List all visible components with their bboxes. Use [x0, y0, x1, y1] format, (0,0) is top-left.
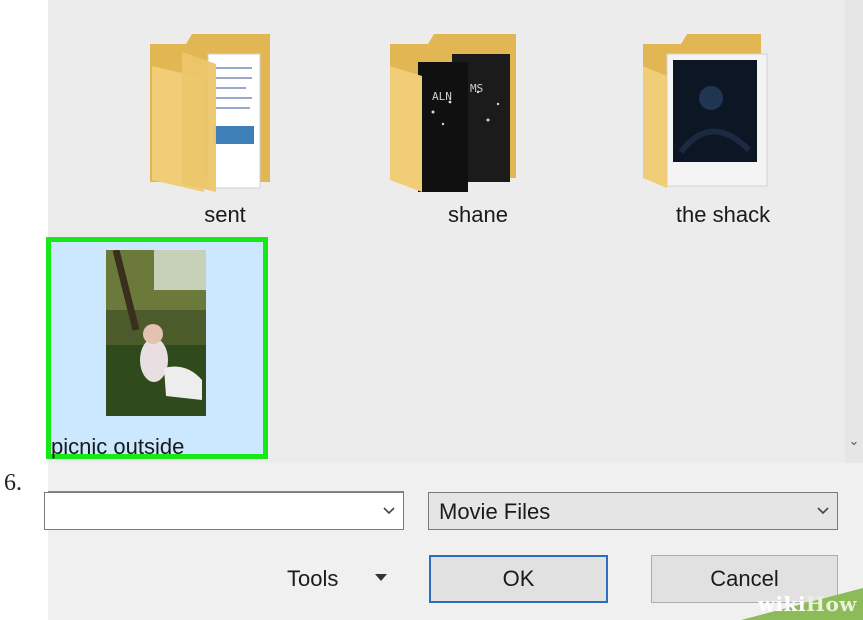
watermark-text: wikiHow [757, 592, 857, 616]
vertical-scrollbar[interactable]: ⌄ [845, 0, 863, 463]
folder-dark-photo-icon [643, 34, 768, 188]
folder-posters-icon: ALN MS [390, 34, 516, 192]
folder-item-sent[interactable]: sent [140, 28, 310, 238]
folder-item-the-shack[interactable]: the shack [633, 28, 813, 238]
folder-label: the shack [675, 202, 771, 227]
filename-combo[interactable] [44, 492, 404, 530]
folder-label: sent [204, 202, 246, 227]
photo-thumbnail-icon [106, 250, 206, 416]
folder-label: shane [448, 202, 508, 227]
ok-button[interactable]: OK [429, 555, 608, 603]
folder-documents-icon [150, 34, 270, 192]
tools-button[interactable]: Tools [287, 566, 338, 592]
chevron-down-icon[interactable] [815, 499, 831, 523]
step-number: 6. [4, 470, 22, 496]
chevron-down-icon[interactable] [381, 499, 397, 523]
file-type-filter[interactable]: Movie Files [428, 492, 838, 530]
caret-down-icon[interactable] [374, 573, 388, 583]
chevron-down-icon[interactable]: ⌄ [847, 434, 861, 448]
svg-text:ALN: ALN [432, 90, 452, 103]
file-label: picnic outside [51, 434, 185, 459]
folder-item-shane[interactable]: ALN MS shane [388, 28, 568, 238]
svg-text:MS: MS [470, 82, 483, 95]
file-item-picnic-outside[interactable]: picnic outside [46, 237, 268, 459]
wikihow-watermark: wikiHow [723, 582, 863, 620]
file-type-value: Movie Files [439, 499, 551, 524]
